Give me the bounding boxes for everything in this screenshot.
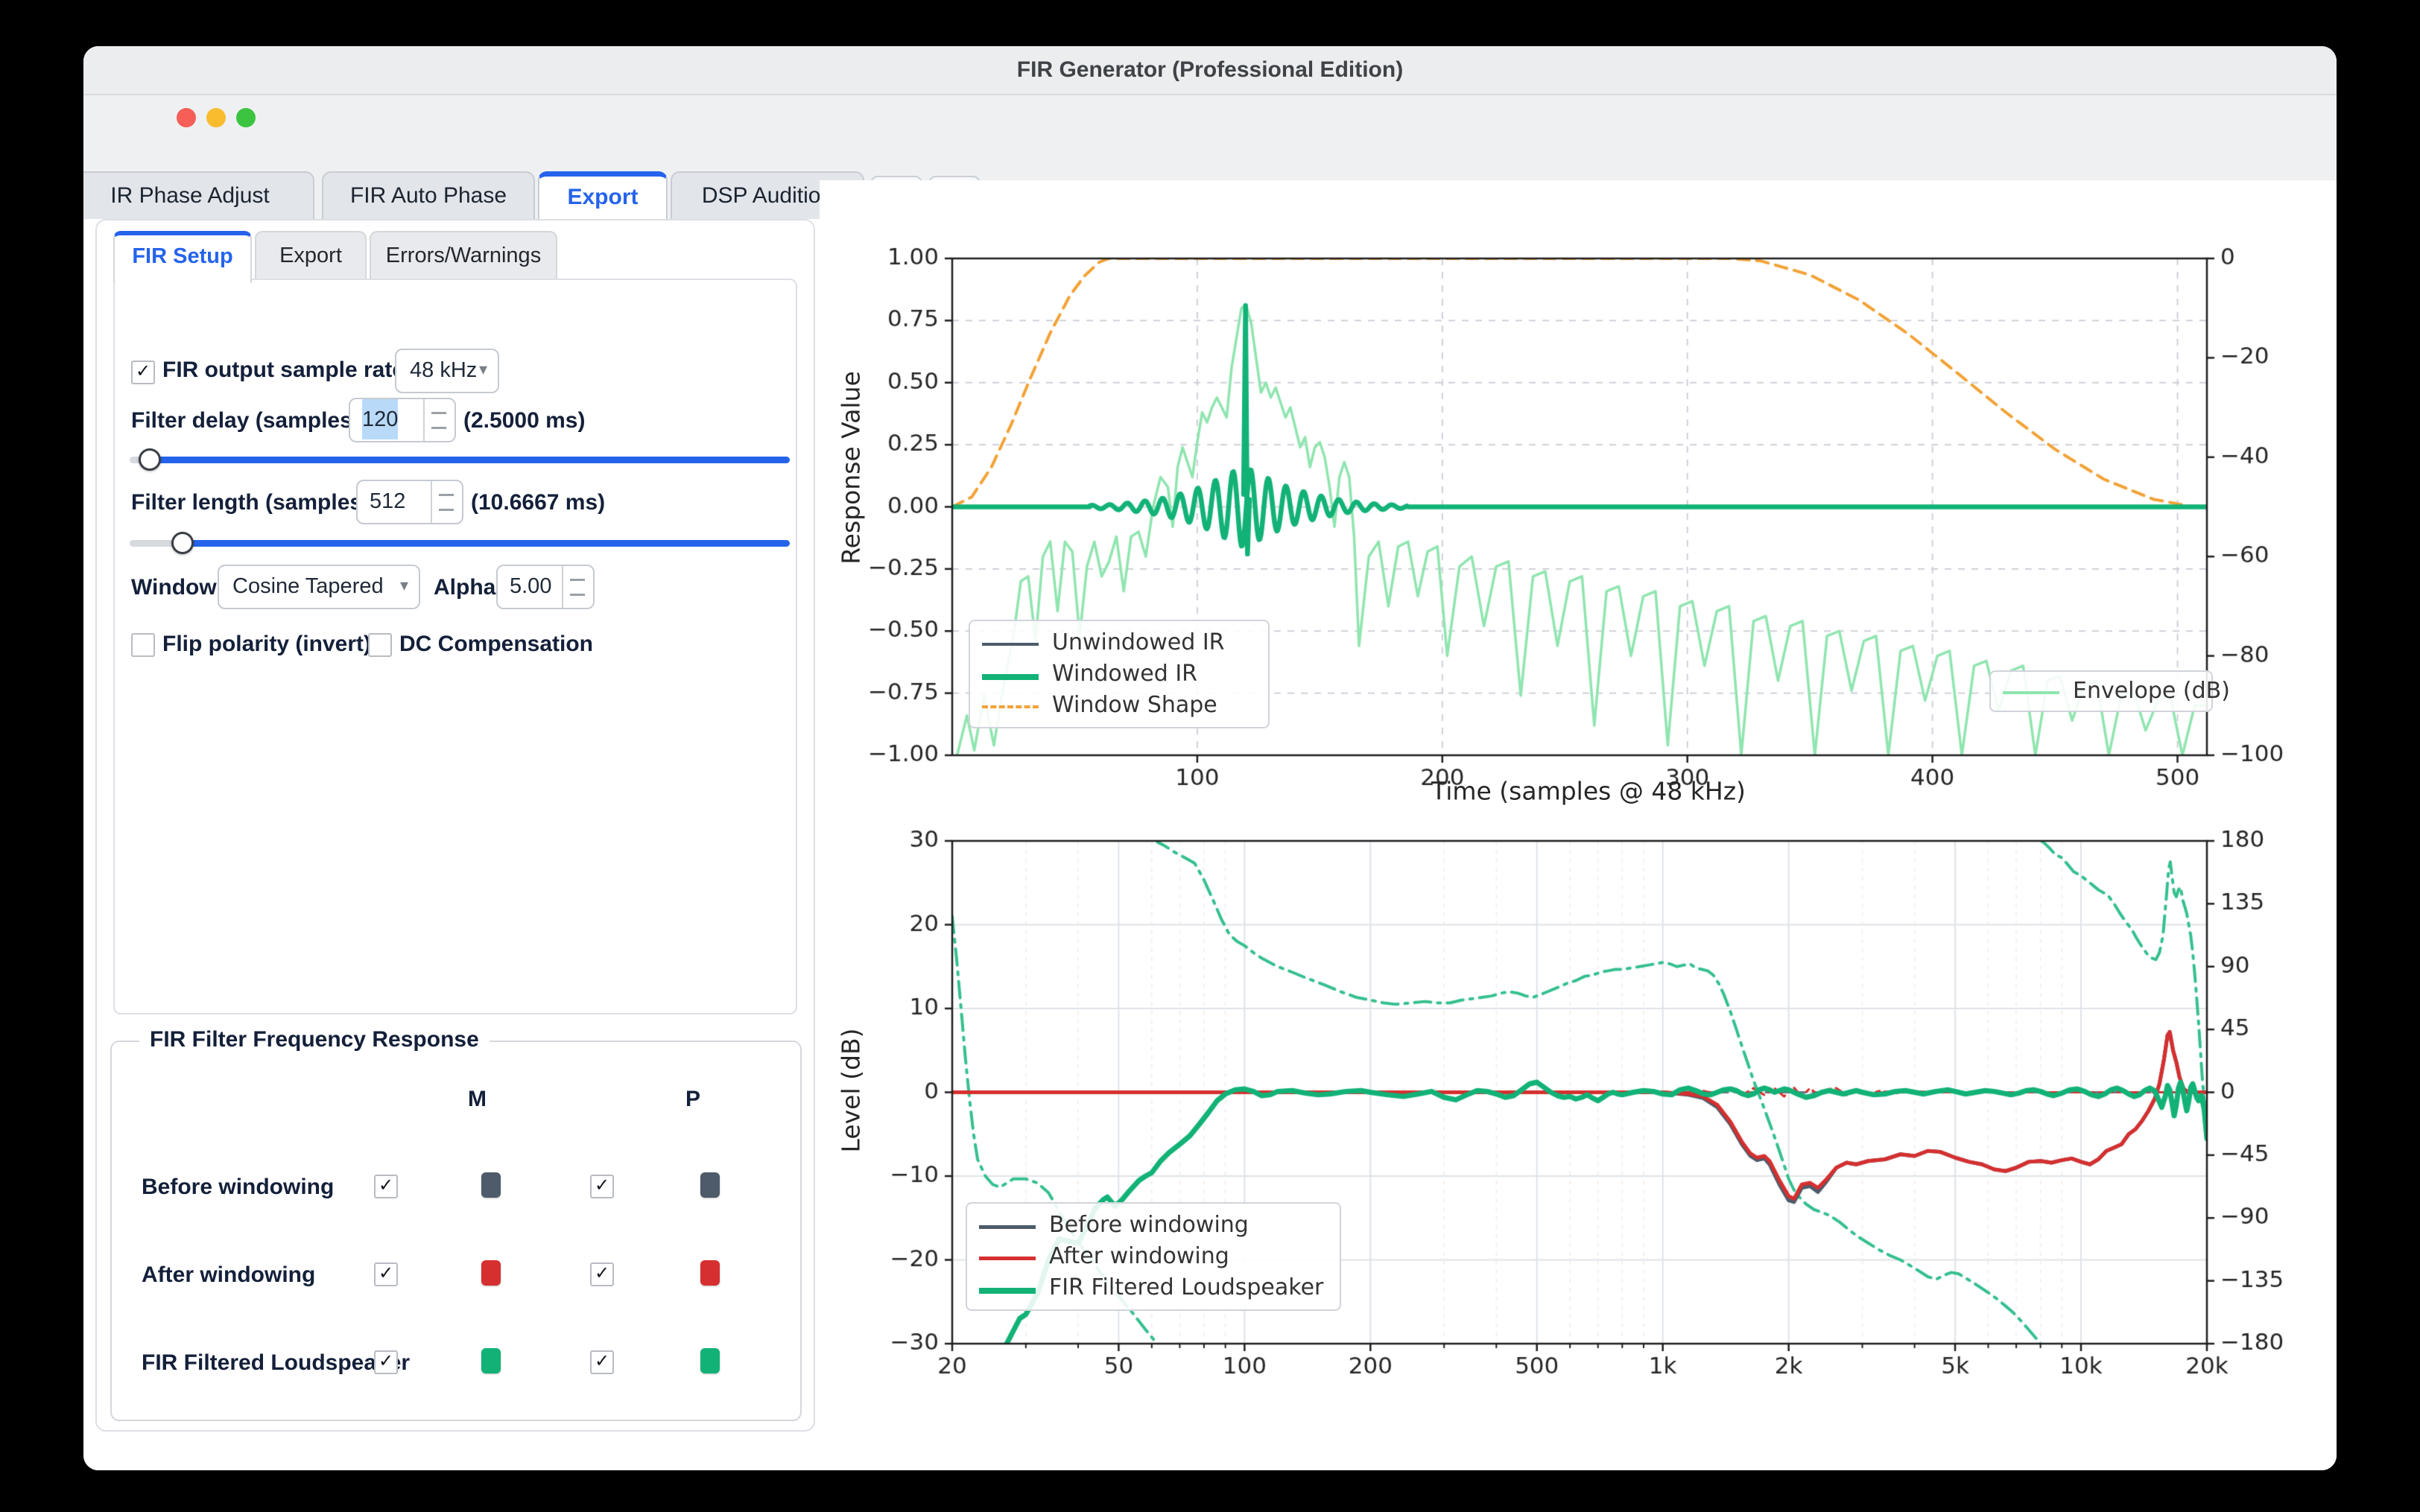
after-windowing-m-swatch[interactable] [481, 1260, 501, 1286]
column-header-m: M [468, 1087, 487, 1112]
legend-line [982, 674, 1039, 680]
legend-label: Window Shape [1052, 692, 1217, 718]
tab-ir-phase-adjust[interactable]: IR Phase Adjust [83, 171, 314, 220]
legend-label: Windowed IR [1052, 661, 1197, 687]
filter-delay-slider-handle[interactable] [139, 448, 161, 471]
before-windowing-p-swatch[interactable] [700, 1172, 720, 1198]
titlebar: FIR Generator (Professional Edition) [83, 46, 2337, 95]
legend-label: Unwindowed IR [1052, 629, 1225, 655]
legend-line [979, 1257, 1036, 1260]
chevron-down-icon: ▾ [400, 566, 408, 605]
content-area: FIR Setup Export Errors/Warnings ✓ FIR o… [83, 219, 2337, 1470]
chevron-down-icon: ▾ [479, 350, 487, 389]
filter-delay-spinner[interactable]: 120 [349, 398, 456, 442]
filter-delay-value: 120 [362, 399, 398, 439]
window-value: Cosine Tapered [232, 566, 384, 606]
filter-length-spinner[interactable]: 512 [356, 480, 463, 524]
fir-filtered-m-swatch[interactable] [481, 1348, 501, 1373]
filter-length-value: 512 [370, 481, 405, 521]
before-windowing-m-checkbox[interactable]: ✓ [374, 1175, 398, 1198]
window-title: FIR Generator (Professional Edition) [83, 46, 2337, 94]
top-xlabel: Time (samples @ 48 kHz) [1431, 777, 1746, 806]
stepper-icon[interactable] [423, 399, 454, 441]
charts-area: Response Value Response Value (dB) Time … [820, 219, 2337, 1470]
stepper-icon[interactable] [562, 566, 593, 608]
legend-line [982, 643, 1039, 646]
minimize-window-icon[interactable] [206, 108, 226, 127]
dc-compensation-label: DC Compensation [399, 632, 593, 657]
export-panel: FIR Setup Export Errors/Warnings ✓ FIR o… [95, 219, 815, 1432]
sample-rate-select[interactable]: 48 kHz ▾ [395, 349, 499, 393]
filter-length-slider[interactable] [130, 532, 790, 554]
screen: FIR Generator (Professional Edition) IR … [0, 0, 2420, 1512]
after-windowing-p-checkbox[interactable]: ✓ [590, 1262, 614, 1286]
legend-line [979, 1288, 1036, 1294]
legend-label: After windowing [1049, 1243, 1229, 1269]
flip-polarity-label: Flip polarity (invert) [162, 632, 371, 657]
filter-delay-ms: (2.5000 ms) [463, 408, 585, 433]
response-group: M P Before windowing ✓ ✓ After windowing… [110, 1041, 802, 1421]
filter-length-slider-handle[interactable] [171, 532, 194, 554]
column-header-p: P [685, 1087, 700, 1112]
before-windowing-m-swatch[interactable] [481, 1172, 501, 1198]
fir-setup-form: ✓ FIR output sample rate 48 kHz ▾ Filter… [113, 279, 797, 1014]
app-window: FIR Generator (Professional Edition) IR … [83, 46, 2337, 1470]
tab-export[interactable]: Export [538, 171, 668, 226]
sample-rate-value: 48 kHz [410, 350, 477, 390]
legend-line [2003, 691, 2059, 694]
subtab-errors-warnings[interactable]: Errors/Warnings [370, 231, 557, 280]
alpha-value: 5.00 [510, 566, 551, 606]
window-label: Window [131, 575, 217, 600]
alpha-label: Alpha [434, 575, 495, 600]
after-windowing-p-swatch[interactable] [700, 1260, 720, 1286]
sample-rate-label: FIR output sample rate [162, 358, 405, 383]
row-label-after-windowing: After windowing [142, 1262, 315, 1288]
response-group-title: FIR Filter Frequency Response [139, 1027, 490, 1052]
fir-filtered-m-checkbox[interactable]: ✓ [374, 1350, 398, 1374]
before-windowing-p-checkbox[interactable]: ✓ [590, 1175, 614, 1198]
window-select[interactable]: Cosine Tapered ▾ [218, 565, 420, 609]
dc-compensation-checkbox[interactable] [368, 633, 392, 657]
bottom-ylabel-left: Level (dB) [837, 1029, 866, 1153]
subtab-export[interactable]: Export [255, 231, 367, 280]
legend-label: Envelope (dB) [2073, 678, 2230, 704]
legend-line [979, 1225, 1036, 1229]
filter-delay-slider[interactable] [130, 448, 790, 471]
legend-label: Before windowing [1049, 1212, 1249, 1238]
legend-line [982, 705, 1039, 708]
sample-rate-checkbox[interactable]: ✓ [131, 360, 155, 384]
filter-length-ms: (10.6667 ms) [471, 490, 605, 515]
legend-label: FIR Filtered Loudspeaker [1049, 1274, 1323, 1300]
stepper-icon[interactable] [431, 481, 462, 523]
filter-length-label: Filter length (samples) [131, 490, 370, 515]
zoom-window-icon[interactable] [236, 108, 256, 127]
frequency-response-chart [820, 798, 2337, 1432]
fir-filtered-p-checkbox[interactable]: ✓ [590, 1350, 614, 1374]
subtab-fir-setup[interactable]: FIR Setup [113, 231, 252, 283]
top-ylabel-left: Response Value [837, 371, 866, 565]
after-windowing-m-checkbox[interactable]: ✓ [374, 1262, 398, 1286]
envelope-legend: Envelope (dB) [1989, 670, 2213, 712]
filter-delay-label: Filter delay (samples) [131, 408, 360, 433]
tab-fir-auto-phase[interactable]: FIR Auto Phase [322, 171, 535, 220]
fir-filtered-p-swatch[interactable] [700, 1348, 720, 1373]
impulse-legend: Unwindowed IR Windowed IR Window Shape [969, 620, 1270, 728]
close-window-icon[interactable] [177, 108, 196, 127]
row-label-fir-filtered: FIR Filtered Loudspeaker [142, 1350, 410, 1376]
alpha-spinner[interactable]: 5.00 [496, 565, 595, 609]
frequency-legend: Before windowing After windowing FIR Fil… [966, 1202, 1341, 1311]
flip-polarity-checkbox[interactable] [131, 633, 155, 657]
row-label-before-windowing: Before windowing [142, 1175, 334, 1200]
